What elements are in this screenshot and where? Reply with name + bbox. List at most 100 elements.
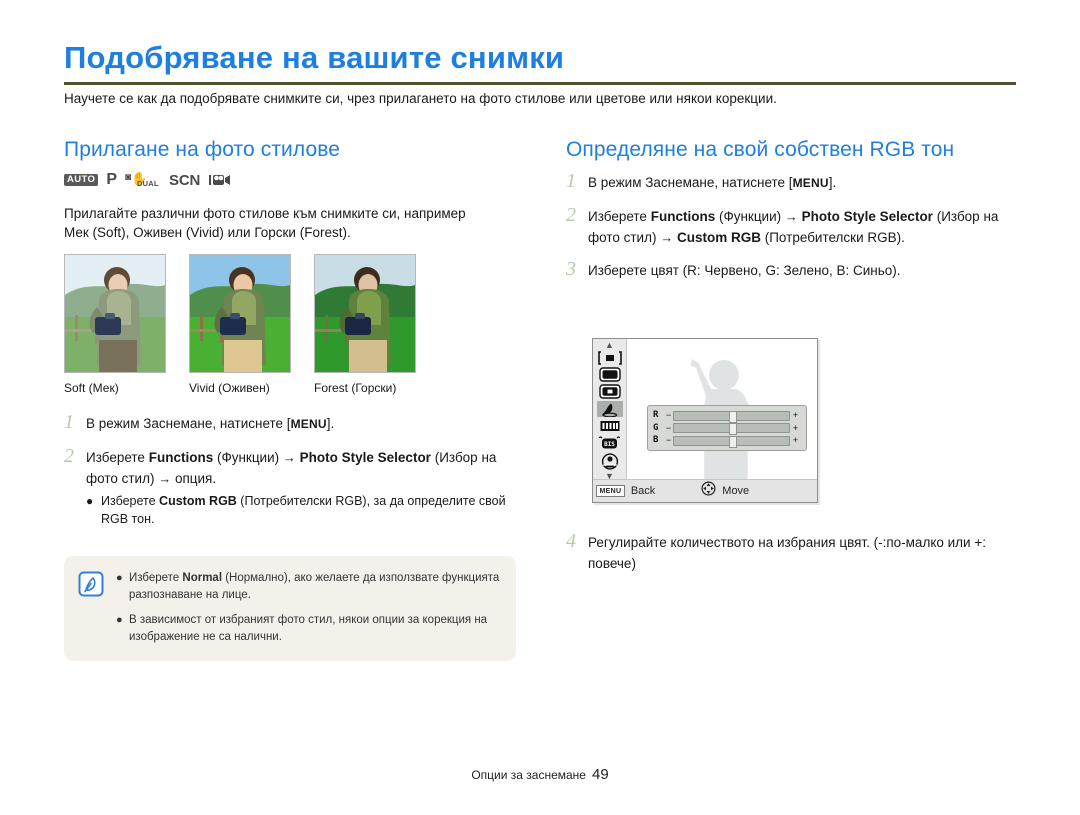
sample-caption-vivid: Vivid (Оживен) [189,381,270,395]
lcd-footer-bar: MENU Back Move [593,479,817,502]
step-text: Регулирайте количеството на избрания цвя… [588,535,986,571]
photo-style-icon[interactable] [596,401,623,417]
rgb-slider-track[interactable] [673,435,790,448]
step-text: В режим Заснемане, натиснете [MENU]. [86,416,335,431]
page-footer: Опции за заснемане 49 [0,766,1080,783]
rgb-label: R [653,410,659,420]
sample-2: Forest (Горски) [314,254,416,395]
bullet-icon: ● [86,494,94,508]
supported-modes-row: AUTO P ◙ ✋ DUAL SCN [64,170,524,190]
face-detection-icon[interactable] [597,453,623,470]
rgb-decrease-icon[interactable]: − [664,411,673,420]
auto-mode-icon: AUTO [64,173,99,187]
focus-frame-icon[interactable] [597,351,623,365]
svg-text:BIS: BIS [604,441,615,448]
lcd-menu-sidebar[interactable]: ▲ BIS ▼ [593,339,627,481]
page-intro: Научете се как да подобрявате снимките с… [64,91,777,106]
rgb-row-r[interactable]: R − + [653,410,801,423]
note-list: ● Изберете Normal (Нормално), ако желает… [112,570,502,645]
note-list-item: ● Изберете Normal (Нормално), ако желает… [116,570,502,603]
dpad-icon[interactable] [701,481,716,501]
section-title-custom-rgb: Определяне на свой собствен RGB тон [566,138,955,161]
sample-image-forest [314,254,416,373]
lcd-live-view: R − + G − + B − + [627,339,817,479]
sample-1: Vivid (Оживен) [189,254,291,395]
step-item: 3 Изберете цвят (R: Червено, G: Зелено, … [566,258,1026,281]
manual-page: Подобряване на вашите снимки Научете се … [0,0,1080,815]
footer-section-label: Опции за заснемане [471,768,586,782]
step-item: 4 Регулирайте количеството на избрания ц… [566,530,1026,574]
bullet-icon: ● [116,572,123,584]
sample-image-soft [64,254,166,373]
movie-mode-icon [208,172,232,188]
right-steps-list-continued: 4 Регулирайте количеството на избрания ц… [566,530,1026,586]
step-number: 1 [566,170,576,192]
right-column: Определяне на свой собствен RGB тон 1 В … [566,138,1026,293]
rgb-slider-track[interactable] [673,410,790,423]
sample-0: Soft (Мек) [64,254,166,395]
rgb-row-b[interactable]: B − + [653,435,801,448]
left-steps-list: 1 В режим Заснемане, натиснете [MENU]. 2… [64,411,524,528]
rgb-slider-knob[interactable] [728,410,737,423]
note-item-text: Изберете Normal (Нормално), ако желаете … [129,572,500,601]
camera-lcd-screenshot: ▲ BIS ▼ R − + G − + B − + MENU Back Move [592,338,818,503]
step-text: В режим Заснемане, натиснете [MENU]. [588,175,837,190]
step-number: 2 [566,204,576,226]
rgb-increase-icon[interactable]: + [790,423,801,433]
rgb-increase-icon[interactable]: + [790,411,801,420]
step-text: Изберете Functions (Функции) → Photo Sty… [86,447,524,528]
dual-is-mode-icon: ◙ ✋ DUAL [125,170,159,188]
rgb-adjustment-panel[interactable]: R − + G − + B − + [647,405,807,451]
note-box: ● Изберете Normal (Нормално), ако желает… [64,556,516,661]
rgb-decrease-icon[interactable]: − [664,423,673,433]
step-number: 4 [566,530,576,552]
page-title: Подобряване на вашите снимки [64,40,565,75]
photo-styles-description: Прилагайте различни фото стилове към сни… [64,206,466,240]
menu-key-icon[interactable]: MENU [596,485,625,497]
step-sublist: ● Изберете Custom RGB (Потребителски RGB… [86,492,524,528]
step-number: 3 [566,258,576,280]
sample-caption-forest: Forest (Горски) [314,381,397,395]
step-text: Изберете цвят (R: Червено, G: Зелено, B:… [588,263,901,278]
step-item: 1 В режим Заснемане, натиснете [MENU]. [64,411,524,435]
program-mode-icon: P [106,171,118,188]
step-number: 2 [64,445,74,467]
step-item: 1 В режим Заснемане, натиснете [MENU]. [566,170,1026,194]
step-text: Изберете Functions (Функции) → Photo Sty… [588,209,999,245]
rgb-slider-knob[interactable] [728,423,737,435]
dual-is-label: DUAL [137,178,159,188]
photo-style-samples: Soft (Мек) Vivid (Оживен) Forest (Горски… [64,254,524,395]
rgb-increase-icon[interactable]: + [790,436,801,445]
chevron-up-icon[interactable]: ▲ [605,341,614,350]
sub-list-text: Изберете Custom RGB (Потребителски RGB),… [101,494,506,526]
rgb-slider-knob[interactable] [728,435,737,448]
scene-mode-icon: SCN [169,171,201,189]
image-stabilizer-icon[interactable]: BIS [597,435,623,451]
rgb-row-g[interactable]: G − + [653,422,801,435]
bullet-icon: ● [116,614,123,626]
title-divider [64,82,1016,85]
right-steps-list: 1 В режим Заснемане, натиснете [MENU]. 2… [566,170,1026,281]
left-column: Прилагане на фото стилове AUTO P ◙ ✋ DUA… [64,138,524,540]
section-title-photo-styles: Прилагане на фото стилове [64,138,341,161]
rgb-decrease-icon[interactable]: − [664,436,673,445]
exposure-bracket-icon[interactable] [597,419,623,433]
lcd-move-label: Move [722,485,750,497]
lcd-back-label[interactable]: Back [631,485,655,497]
step-number: 1 [64,411,74,433]
note-pen-icon [78,570,112,645]
step-item: 2 Изберете Functions (Функции) → Photo S… [566,204,1026,248]
rgb-label: G [653,422,659,433]
rgb-label: B [653,435,659,445]
image-quality-icon[interactable] [597,384,623,399]
note-item-text: В зависимост от избраният фото стил, няк… [129,614,488,643]
step-item: 2 Изберете Functions (Функции) → Photo S… [64,445,524,528]
sample-caption-soft: Soft (Мек) [64,381,119,395]
sub-list-item: ● Изберете Custom RGB (Потребителски RGB… [86,492,524,528]
note-list-item: ● В зависимост от избраният фото стил, н… [116,612,502,645]
sample-image-vivid [189,254,291,373]
rgb-slider-track[interactable] [673,423,790,435]
image-size-icon[interactable] [597,367,623,382]
footer-page-number: 49 [591,766,609,783]
step-main-text: Изберете Functions (Функции) → Photo Sty… [86,450,497,486]
